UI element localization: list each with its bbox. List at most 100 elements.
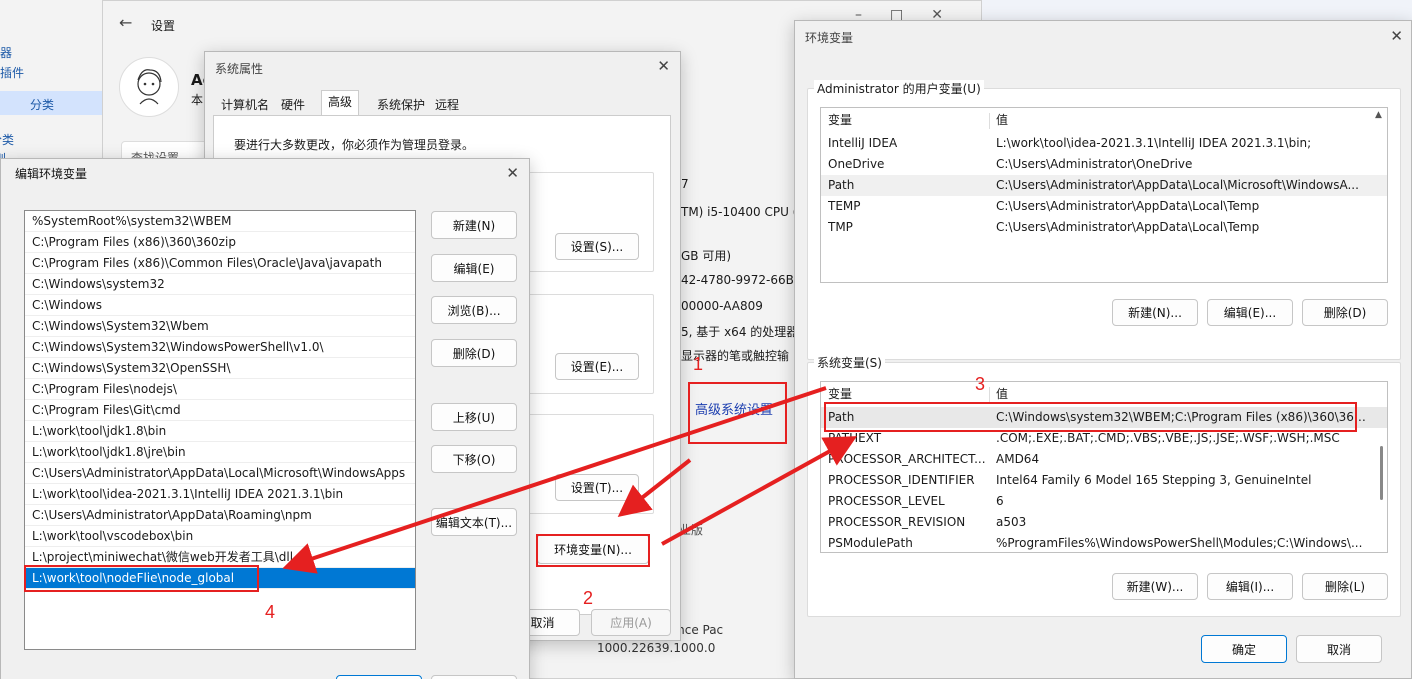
var-value: Intel64 Family 6 Model 165 Stepping 3, G… <box>996 473 1312 487</box>
settings-title: 设置 <box>151 19 176 33</box>
user-vars-list[interactable]: 变量 值 IntelliJ IDEA L:\work\tool\idea-2021… <box>820 107 1388 283</box>
table-row[interactable]: PROCESSOR_IDENTIFIER Intel64 Family 6 Mod… <box>821 470 1387 491</box>
ok-button-partial[interactable] <box>336 675 422 679</box>
list-item[interactable]: C:\Program Files (x86)\360\360zip <box>25 232 415 253</box>
tab-computer-name[interactable]: 计算机名 <box>215 94 275 116</box>
var-value: %ProgramFiles%\WindowsPowerShell\Modules… <box>996 536 1363 550</box>
close-icon[interactable]: ✕ <box>657 57 670 75</box>
tab-advanced[interactable]: 高级 <box>321 90 360 116</box>
close-icon[interactable]: ✕ <box>1390 27 1403 45</box>
sidebar-text[interactable]: 分类 <box>0 131 14 148</box>
list-item[interactable]: L:\work\tool\jdk1.8\bin <box>25 421 415 442</box>
list-item[interactable]: C:\Program Files\Git\cmd <box>25 400 415 421</box>
list-item[interactable]: C:\Windows\System32\Wbem <box>25 316 415 337</box>
info-line: TM) i5-10400 CPU ( <box>681 205 798 219</box>
info-line: GB 可用) <box>681 249 732 263</box>
user-vars-label: Administrator 的用户变量(U) <box>814 80 984 97</box>
environment-variables-dialog: 环境变量 ✕ Administrator 的用户变量(U) 变量 值 Intel… <box>794 20 1412 679</box>
col-divider <box>989 387 990 403</box>
col-val-header[interactable]: 值 <box>996 110 1008 131</box>
sidebar-text: 分类 <box>30 98 55 112</box>
user-new-button[interactable]: 新建(N)... <box>1112 299 1198 326</box>
user-edit-button[interactable]: 编辑(E)... <box>1207 299 1293 326</box>
highlight-box-env-button <box>536 534 650 567</box>
system-delete-button[interactable]: 删除(L) <box>1302 573 1388 600</box>
tab-hardware[interactable]: 硬件 <box>275 94 311 116</box>
table-row[interactable]: OneDrive C:\Users\Administrator\OneDrive <box>821 154 1387 175</box>
list-item[interactable]: L:\work\tool\vscodebox\bin <box>25 526 415 547</box>
list-item[interactable]: C:\Program Files\nodejs\ <box>25 379 415 400</box>
table-row[interactable]: Path C:\Users\Administrator\AppData\Local… <box>821 175 1387 196</box>
system-vars-group: 系统变量(S) 变量 值 Path C:\Windows\system32\WBE… <box>807 354 1401 617</box>
performance-settings-button[interactable]: 设置(S)... <box>555 233 639 260</box>
ok-button[interactable]: 确定 <box>1201 635 1287 663</box>
var-value: AMD64 <box>996 452 1040 466</box>
system-new-button[interactable]: 新建(W)... <box>1112 573 1198 600</box>
table-row[interactable]: PROCESSOR_REVISION a503 <box>821 512 1387 533</box>
apply-button[interactable]: 应用(A) <box>591 609 671 636</box>
col-var-header[interactable]: 变量 <box>828 110 852 131</box>
profiles-settings-button[interactable]: 设置(E)... <box>555 353 639 380</box>
edit-env-dialog: 编辑环境变量 ✕ %SystemRoot%\system32\WBEM C:\Pr… <box>0 158 530 679</box>
var-value: a503 <box>996 515 1027 529</box>
header-row: 变量 值 <box>821 110 1387 131</box>
dialog-title: 环境变量 <box>805 31 854 45</box>
dialog-title: 编辑环境变量 <box>15 167 88 181</box>
table-row[interactable]: TMP C:\Users\Administrator\AppData\Local\… <box>821 217 1387 238</box>
move-down-button[interactable]: 下移(O) <box>431 445 517 473</box>
move-up-button[interactable]: 上移(U) <box>431 403 517 431</box>
col-divider <box>989 113 990 129</box>
table-row[interactable]: PROCESSOR_LEVEL 6 <box>821 491 1387 512</box>
table-row[interactable]: TEMP C:\Users\Administrator\AppData\Local… <box>821 196 1387 217</box>
highlight-box-system-path <box>824 402 1357 432</box>
list-item[interactable]: L:\work\tool\idea-2021.3.1\IntelliJ IDEA… <box>25 484 415 505</box>
tab-remote[interactable]: 远程 <box>429 94 465 116</box>
system-edit-button[interactable]: 编辑(I)... <box>1207 573 1293 600</box>
sidebar-text[interactable]: 器 <box>0 44 12 61</box>
info-line: 00000-AA809 <box>681 299 763 313</box>
list-item[interactable]: L:\work\tool\jdk1.8\jre\bin <box>25 442 415 463</box>
sidebar-text[interactable]: 插件 <box>0 64 24 81</box>
version-fragment: 1000.22639.1000.0 <box>597 641 716 655</box>
list-item[interactable]: C:\Windows <box>25 295 415 316</box>
highlight-box-new-entry <box>24 565 259 592</box>
list-item[interactable]: C:\Windows\system32 <box>25 274 415 295</box>
annotation-number-2: 2 <box>583 588 594 608</box>
startup-settings-button[interactable]: 设置(T)... <box>555 474 639 501</box>
browse-button[interactable]: 浏览(B)... <box>431 296 517 324</box>
info-line: 42-4780-9972-66B <box>681 273 794 287</box>
list-item[interactable]: C:\Users\Administrator\AppData\Roaming\n… <box>25 505 415 526</box>
tab-system-protection[interactable]: 系统保护 <box>371 94 431 116</box>
user-delete-button[interactable]: 删除(D) <box>1302 299 1388 326</box>
list-item[interactable]: C:\Windows\System32\WindowsPowerShell\v1… <box>25 337 415 358</box>
var-name: PROCESSOR_ARCHITECT... <box>828 452 986 466</box>
var-name: Path <box>828 178 855 192</box>
var-name: PSModulePath <box>828 536 913 550</box>
new-button[interactable]: 新建(N) <box>431 211 517 239</box>
var-value: C:\Users\Administrator\AppData\Local\Tem… <box>996 220 1260 234</box>
edit-text-button[interactable]: 编辑文本(T)... <box>431 508 517 536</box>
arrow-left-icon[interactable]: ← <box>119 13 132 32</box>
highlight-box-advanced-link <box>688 382 787 444</box>
table-row[interactable]: IntelliJ IDEA L:\work\tool\idea-2021.3.1\… <box>821 133 1387 154</box>
edit-button[interactable]: 编辑(E) <box>431 254 517 282</box>
var-name: OneDrive <box>828 157 885 171</box>
table-row[interactable]: PROCESSOR_ARCHITECT... AMD64 <box>821 449 1387 470</box>
scrollbar[interactable]: ▲ <box>1375 110 1385 126</box>
avatar <box>119 57 179 117</box>
list-item[interactable]: C:\Users\Administrator\AppData\Local\Mic… <box>25 463 415 484</box>
dialog-title: 系统属性 <box>215 62 264 76</box>
cancel-button[interactable]: 取消 <box>1296 635 1382 663</box>
cancel-button-partial[interactable] <box>431 675 517 679</box>
info-line: 7 <box>681 177 689 191</box>
table-row[interactable]: PSModulePath %ProgramFiles%\WindowsPowerS… <box>821 533 1387 552</box>
scrollbar-thumb[interactable] <box>1380 446 1383 500</box>
delete-button[interactable]: 删除(D) <box>431 339 517 367</box>
annotation-number-4: 4 <box>265 602 276 622</box>
list-item[interactable]: C:\Windows\System32\OpenSSH\ <box>25 358 415 379</box>
var-name: IntelliJ IDEA <box>828 136 898 150</box>
var-value: C:\Users\Administrator\OneDrive <box>996 157 1193 171</box>
close-icon[interactable]: ✕ <box>506 164 519 182</box>
list-item[interactable]: C:\Program Files (x86)\Common Files\Orac… <box>25 253 415 274</box>
list-item[interactable]: %SystemRoot%\system32\WBEM <box>25 211 415 232</box>
